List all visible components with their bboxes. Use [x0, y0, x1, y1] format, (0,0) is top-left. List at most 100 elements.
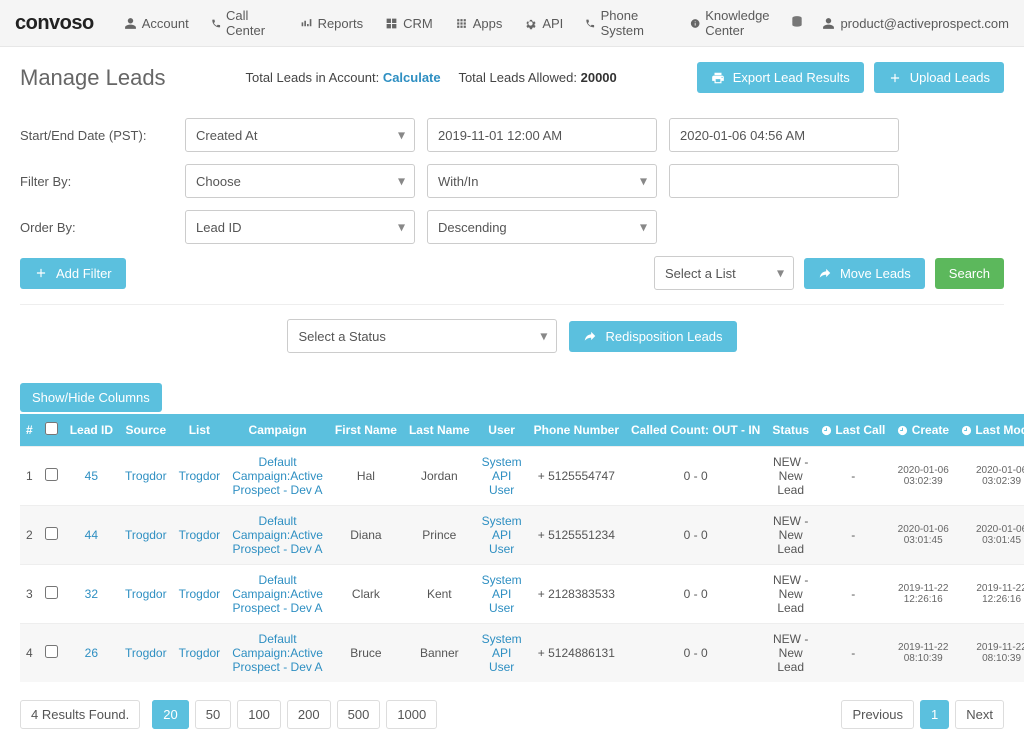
campaign-link[interactable]: Default Campaign:Active Prospect - Dev A — [232, 514, 323, 556]
calculate-link[interactable]: Calculate — [383, 70, 441, 85]
nav-account[interactable]: Account — [124, 16, 189, 31]
lead-id-link[interactable]: 26 — [85, 646, 98, 660]
page-size-200[interactable]: 200 — [287, 700, 331, 729]
col-source[interactable]: Source — [119, 414, 173, 447]
col-list[interactable]: List — [173, 414, 227, 447]
filter-field-select[interactable]: Choose — [185, 164, 415, 198]
date-start-input[interactable] — [427, 118, 657, 152]
filter-value-input[interactable] — [669, 164, 899, 198]
move-leads-button[interactable]: Move Leads — [804, 258, 925, 289]
nav-apps[interactable]: Apps — [455, 16, 503, 31]
user-link[interactable]: System API User — [482, 514, 522, 556]
col-status[interactable]: Status — [766, 414, 815, 447]
show-hide-columns-button[interactable]: Show/Hide Columns — [20, 383, 162, 412]
user-link[interactable]: System API User — [482, 632, 522, 674]
row-checkbox[interactable] — [45, 527, 58, 540]
order-dir-select[interactable]: Descending — [427, 210, 657, 244]
grid-icon — [385, 17, 398, 30]
order-field-select[interactable]: Lead ID — [185, 210, 415, 244]
nav-api[interactable]: API — [524, 16, 563, 31]
gear-icon — [524, 17, 537, 30]
list-link[interactable]: Trogdor — [179, 469, 221, 483]
nav-call-center[interactable]: Call Center — [211, 8, 278, 38]
row-checkbox[interactable] — [45, 586, 58, 599]
campaign-link[interactable]: Default Campaign:Active Prospect - Dev A — [232, 573, 323, 615]
col-campaign[interactable]: Campaign — [226, 414, 329, 447]
person-icon — [822, 17, 835, 30]
next-page-button[interactable]: Next — [955, 700, 1004, 729]
top-nav: convoso Account Call Center Reports CRM … — [0, 0, 1024, 47]
source-link[interactable]: Trogdor — [125, 528, 167, 542]
date-type-select[interactable]: Created At — [185, 118, 415, 152]
nav-links: Account Call Center Reports CRM Apps API… — [124, 8, 791, 38]
select-all-checkbox[interactable] — [45, 422, 58, 435]
allowed-value: 20000 — [581, 70, 617, 85]
totals-text: Total Leads in Account: Calculate Total … — [245, 70, 616, 85]
campaign-link[interactable]: Default Campaign:Active Prospect - Dev A — [232, 455, 323, 497]
lead-id-link[interactable]: 45 — [85, 469, 98, 483]
upload-leads-button[interactable]: Upload Leads — [874, 62, 1004, 93]
page-size-50[interactable]: 50 — [195, 700, 231, 729]
page-number[interactable]: 1 — [920, 700, 949, 729]
user-link[interactable]: System API User — [482, 573, 522, 615]
page-size-20[interactable]: 20 — [152, 700, 188, 729]
share-icon — [818, 266, 832, 280]
table-row: 4 26 Trogdor Trogdor Default Campaign:Ac… — [20, 624, 1024, 683]
leads-table: # Lead ID Source List Campaign First Nam… — [20, 414, 1024, 682]
chart-icon — [300, 17, 313, 30]
col-phone[interactable]: Phone Number — [528, 414, 625, 447]
nav-crm[interactable]: CRM — [385, 16, 433, 31]
order-by-label: Order By: — [20, 220, 185, 235]
col-called[interactable]: Called Count: OUT - IN — [625, 414, 766, 447]
col-check — [39, 414, 64, 447]
col-lastcall[interactable]: Last Call — [815, 414, 891, 447]
apps-icon — [455, 17, 468, 30]
clock-icon — [961, 425, 972, 436]
col-last[interactable]: Last Name — [403, 414, 476, 447]
col-user[interactable]: User — [476, 414, 528, 447]
col-lead-id[interactable]: Lead ID — [64, 414, 119, 447]
export-leads-button[interactable]: Export Lead Results — [697, 62, 864, 93]
database-icon[interactable] — [790, 15, 804, 32]
print-icon — [711, 71, 725, 85]
source-link[interactable]: Trogdor — [125, 646, 167, 660]
page-size-500[interactable]: 500 — [337, 700, 381, 729]
campaign-link[interactable]: Default Campaign:Active Prospect - Dev A — [232, 632, 323, 674]
lead-id-link[interactable]: 32 — [85, 587, 98, 601]
plus-icon — [888, 71, 902, 85]
col-create[interactable]: Create — [891, 414, 955, 447]
add-filter-button[interactable]: Add Filter — [20, 258, 126, 289]
source-link[interactable]: Trogdor — [125, 469, 167, 483]
nav-phone-system[interactable]: Phone System — [585, 8, 668, 38]
select-list-dropdown[interactable]: Select a List — [654, 256, 794, 290]
page-size-1000[interactable]: 1000 — [386, 700, 437, 729]
redisposition-button[interactable]: Redisposition Leads — [569, 321, 736, 352]
row-checkbox[interactable] — [45, 645, 58, 658]
nav-knowledge[interactable]: Knowledge Center — [690, 8, 791, 38]
select-status-dropdown[interactable]: Select a Status — [287, 319, 557, 353]
list-link[interactable]: Trogdor — [179, 587, 221, 601]
prev-page-button[interactable]: Previous — [841, 700, 914, 729]
page-size-100[interactable]: 100 — [237, 700, 281, 729]
page-title: Manage Leads — [20, 65, 166, 91]
source-link[interactable]: Trogdor — [125, 587, 167, 601]
nav-user[interactable]: product@activeprospect.com — [822, 16, 1009, 31]
list-link[interactable]: Trogdor — [179, 646, 221, 660]
row-checkbox[interactable] — [45, 468, 58, 481]
phone-icon — [585, 17, 595, 30]
phone-icon — [211, 17, 221, 30]
lead-id-link[interactable]: 44 — [85, 528, 98, 542]
brand-logo: convoso — [15, 12, 94, 35]
share-icon — [583, 329, 597, 343]
nav-reports[interactable]: Reports — [300, 16, 364, 31]
user-link[interactable]: System API User — [482, 455, 522, 497]
person-icon — [124, 17, 137, 30]
col-modify[interactable]: Last Modify — [955, 414, 1024, 447]
col-first[interactable]: First Name — [329, 414, 403, 447]
info-icon — [690, 17, 700, 30]
date-end-input[interactable] — [669, 118, 899, 152]
search-button[interactable]: Search — [935, 258, 1004, 289]
table-row: 2 44 Trogdor Trogdor Default Campaign:Ac… — [20, 506, 1024, 565]
filter-op-select[interactable]: With/In — [427, 164, 657, 198]
list-link[interactable]: Trogdor — [179, 528, 221, 542]
